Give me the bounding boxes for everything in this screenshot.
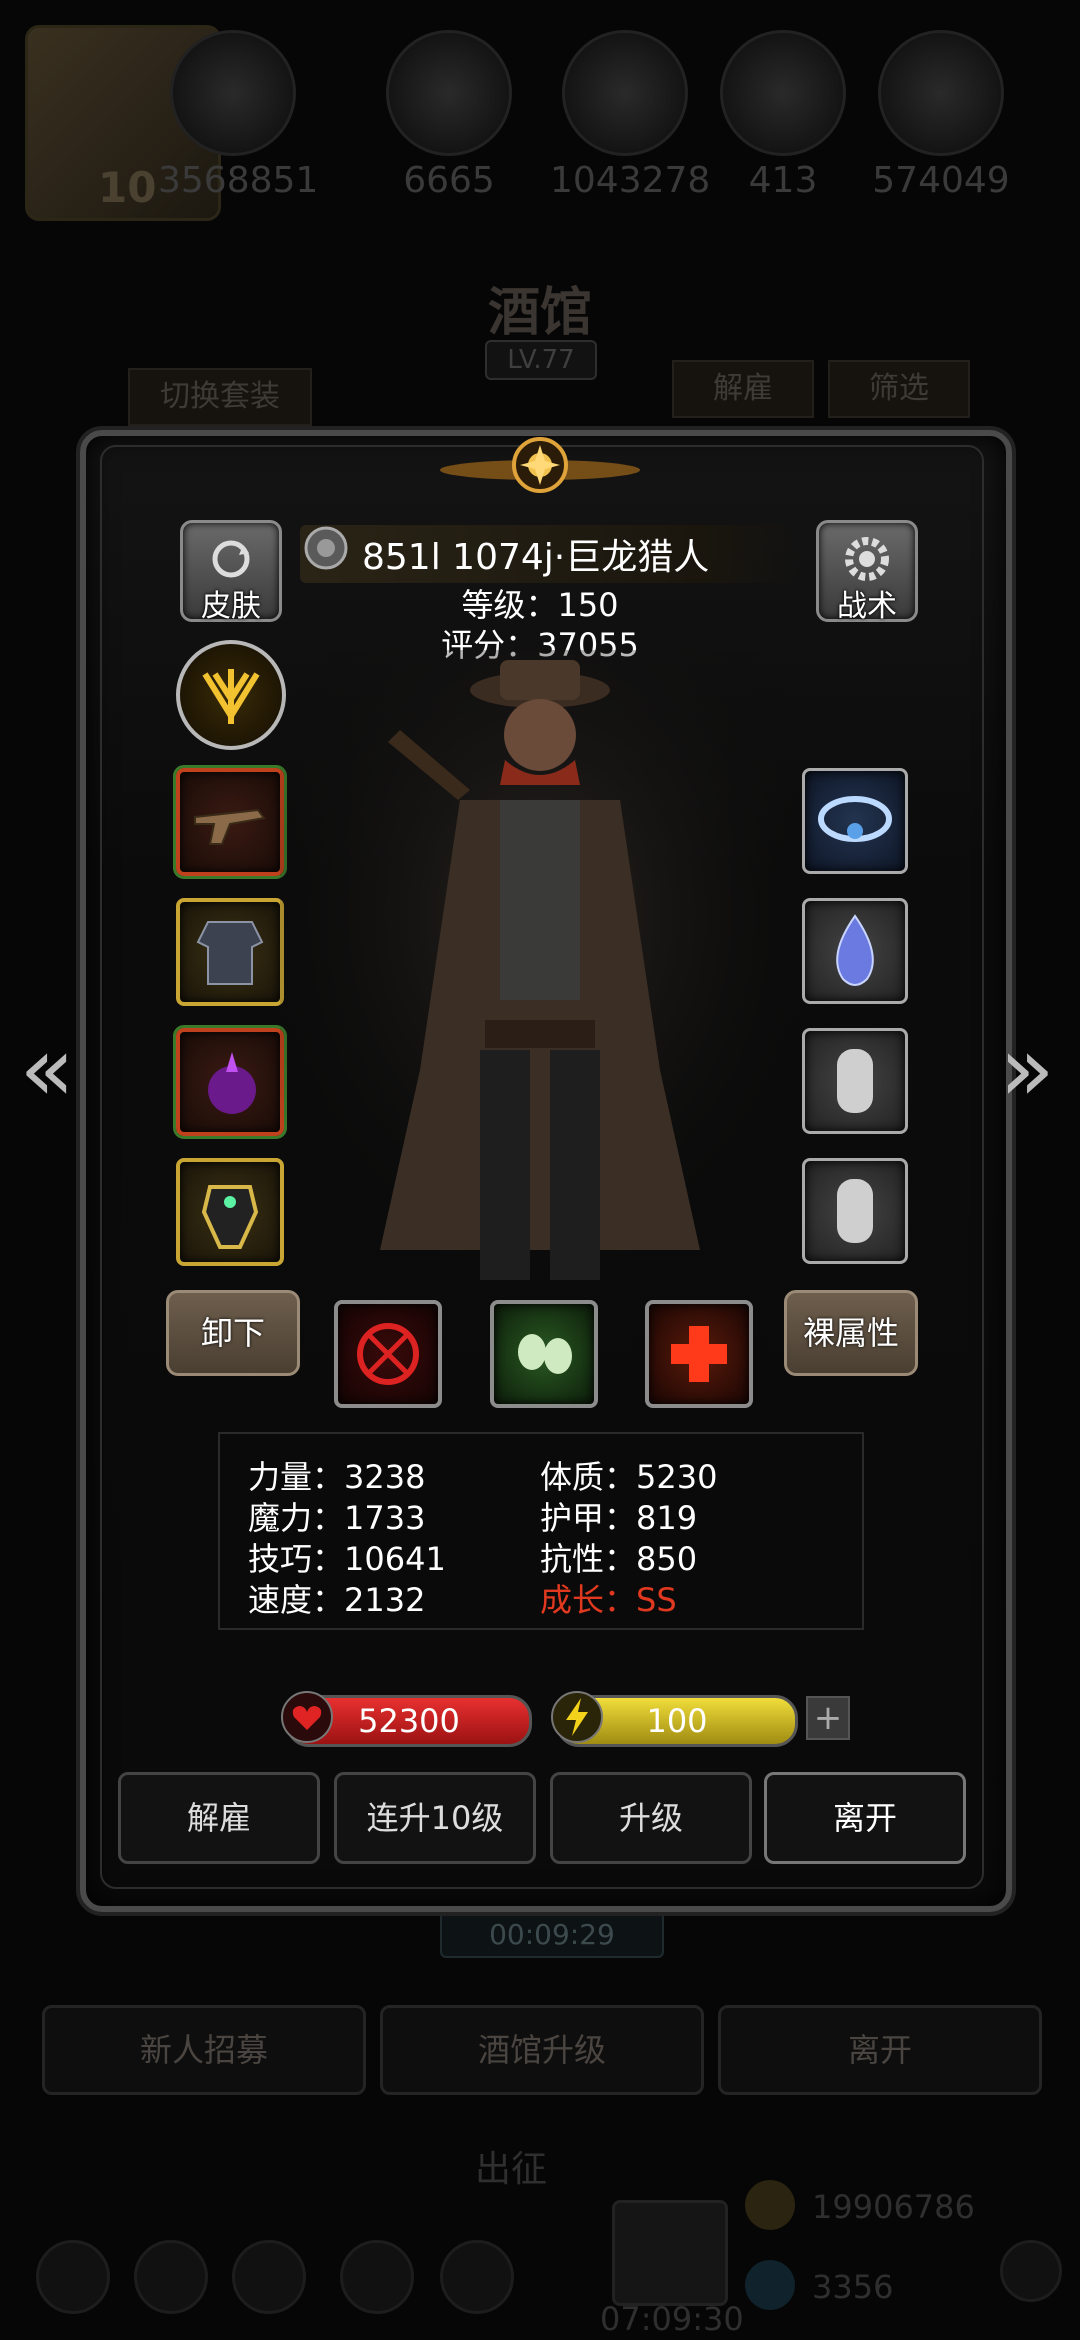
gem-slot[interactable] [802,898,908,1004]
new-recruit-button[interactable]: 新人招募 [42,2005,366,2095]
armor-icon [196,921,264,985]
bread-icon [386,30,512,156]
helmet-slot[interactable] [176,1158,284,1266]
level-up-button[interactable]: 升级 [550,1772,752,1864]
gold-amount: 19906786 [812,2188,975,2226]
crosshair-icon [357,1323,419,1385]
resource-coins: 3568851 [158,30,319,201]
stat-growth: 成长：SS [540,1581,677,1619]
rank-medal-icon [304,526,348,570]
gem-icon [745,2260,795,2310]
stat-armor: 护甲：819 [540,1499,698,1537]
tavern-dismiss-button[interactable]: 解雇 [672,360,814,418]
class-emblem-icon[interactable] [176,640,286,750]
leave-button[interactable]: 离开 [764,1772,966,1864]
dismiss-hero-button[interactable]: 解雇 [118,1772,320,1864]
orb-icon [208,1052,256,1114]
expedition-timer: 07:09:30 [600,2300,744,2338]
tavern-title: 酒馆 [487,282,592,343]
prev-hero-arrow[interactable]: « [12,1025,82,1115]
gem-amount: 3356 [812,2268,894,2306]
water-drop-icon [836,914,874,986]
empty-slot-2[interactable] [802,1158,908,1264]
stat-strength: 力量：3238 [248,1458,426,1496]
unequip-button[interactable]: 卸下 [166,1290,300,1376]
resource-ore-value: 1043278 [550,160,711,201]
heart-icon [281,1691,333,1743]
skill-poison[interactable] [490,1300,598,1408]
accessory-slot[interactable] [173,1025,287,1139]
resource-wood: 574049 [866,30,1016,201]
helmet-icon [201,1185,259,1249]
stat-skill: 技巧：10641 [248,1540,446,1578]
lightning-icon [551,1691,603,1743]
resource-food-value: 6665 [403,160,495,201]
recruit-timer: 00:09:29 [440,1912,664,1958]
switch-set-button[interactable]: 切换套装 [128,368,312,426]
add-energy-button[interactable]: + [806,1696,850,1740]
crystal-icon [720,30,846,156]
hero-portrait [280,650,800,1310]
nav-hero-icon[interactable] [134,2240,208,2314]
resource-crystal-value: 413 [748,160,818,201]
next-hero-arrow[interactable]: » [992,1025,1062,1115]
hero-name: 851l 1074j·巨龙猎人 [362,537,710,578]
wind-ring-icon [818,796,892,842]
level-up-10-button[interactable]: 连升10级 [334,1772,536,1864]
tavern-upgrade-button[interactable]: 酒馆升级 [380,2005,704,2095]
nav-home-icon[interactable] [36,2240,110,2314]
resource-coins-value: 3568851 [158,160,319,201]
nav-guild-icon[interactable] [440,2240,514,2314]
skull-icon [518,1334,572,1374]
player-level: 10 [98,163,157,212]
nav-settings-icon[interactable] [1000,2240,1062,2302]
pistol-icon [194,808,266,845]
gift-box-icon[interactable] [612,2200,728,2306]
stat-constitution: 体质：5230 [540,1458,718,1496]
gold-icon [745,2180,795,2230]
tavern-leave-button[interactable]: 离开 [718,2005,1042,2095]
resource-wood-value: 574049 [872,160,1010,201]
stat-magic: 魔力：1733 [248,1499,426,1537]
nav-shop-icon[interactable] [232,2240,306,2314]
skill-heal[interactable] [645,1300,753,1408]
cross-icon [671,1326,727,1382]
armor-slot[interactable] [176,898,284,1006]
stat-speed: 速度：2132 [248,1581,426,1619]
stat-resistance: 抗性：850 [540,1540,698,1578]
ore-icon [562,30,688,156]
resource-food: 6665 [374,30,524,201]
filter-button[interactable]: 筛选 [828,360,970,418]
skill-target[interactable] [334,1300,442,1408]
naked-stats-button[interactable]: 裸属性 [784,1290,918,1376]
empty-slot-icon [837,1049,873,1113]
wood-icon [878,30,1004,156]
empty-slot-1[interactable] [802,1028,908,1134]
tavern-level: LV.77 [485,340,597,380]
resource-ore: 1043278 [550,30,711,201]
nav-bag-icon[interactable] [340,2240,414,2314]
coin-stack-icon [170,30,296,156]
spirit-slot[interactable] [802,768,908,874]
expedition-label: 出征 [475,2149,548,2190]
weapon-slot[interactable] [173,765,287,879]
resource-crystal: 413 [708,30,858,201]
empty-slot-icon [837,1179,873,1243]
crest-emblem-icon [440,437,640,493]
